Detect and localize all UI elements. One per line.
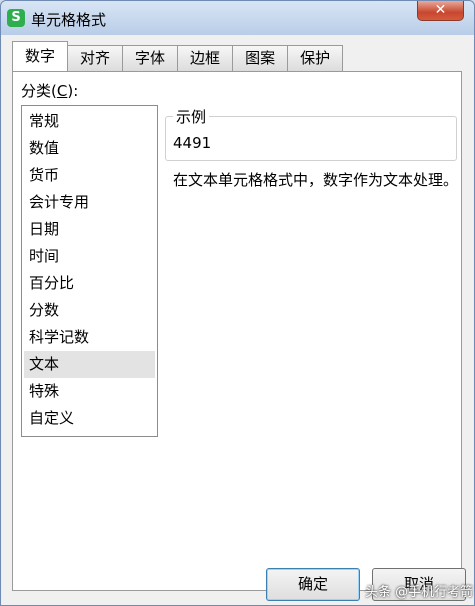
category-item-general[interactable]: 常规 (24, 108, 155, 135)
tab-protection[interactable]: 保护 (287, 45, 344, 71)
category-item-currency[interactable]: 货币 (24, 162, 155, 189)
sample-value: 4491 (173, 134, 212, 152)
dialog-title: 单元格格式 (31, 11, 107, 29)
ok-button[interactable]: 确定 (266, 568, 360, 601)
number-tab-panel: 分类(C): 常规 数值 货币 会计专用 日期 时间 百分比 分数 科学记数 文… (12, 71, 462, 591)
category-item-percentage[interactable]: 百分比 (24, 270, 155, 297)
tab-alignment[interactable]: 对齐 (67, 45, 124, 71)
title-bar[interactable]: S 单元格格式 ✕ (1, 1, 474, 35)
category-item-special[interactable]: 特殊 (24, 378, 155, 405)
tab-font[interactable]: 字体 (122, 45, 179, 71)
category-item-custom[interactable]: 自定义 (24, 405, 155, 432)
tab-number[interactable]: 数字 (12, 41, 69, 71)
category-label-hotkey: C (56, 82, 68, 100)
tab-pattern[interactable]: 图案 (232, 45, 289, 71)
close-icon: ✕ (434, 2, 447, 18)
format-description: 在文本单元格格式中，数字作为文本处理。 (173, 171, 459, 189)
category-item-number[interactable]: 数值 (24, 135, 155, 162)
category-label-prefix: 分类( (21, 82, 57, 100)
category-item-fraction[interactable]: 分数 (24, 297, 155, 324)
tab-bar: 数字 对齐 字体 边框 图案 保护 (12, 41, 344, 71)
format-cells-dialog: S 单元格格式 ✕ 数字 对齐 字体 边框 图案 保护 分类(C): 常规 数值… (0, 0, 475, 606)
sample-legend: 示例 (173, 106, 210, 127)
close-button[interactable]: ✕ (417, 1, 464, 21)
wps-app-icon: S (7, 9, 25, 27)
category-label-suffix: ): (67, 82, 79, 100)
category-item-scientific[interactable]: 科学记数 (24, 324, 155, 351)
category-list[interactable]: 常规 数值 货币 会计专用 日期 时间 百分比 分数 科学记数 文本 特殊 自定… (21, 105, 158, 437)
category-item-time[interactable]: 时间 (24, 243, 155, 270)
category-item-accounting[interactable]: 会计专用 (24, 189, 155, 216)
dialog-content: 数字 对齐 字体 边框 图案 保护 分类(C): 常规 数值 货币 会计专用 日… (2, 35, 473, 605)
category-label: 分类(C): (21, 80, 78, 101)
watermark: 头条 @手机行考箭 (365, 585, 474, 600)
tab-border[interactable]: 边框 (177, 45, 234, 71)
category-item-date[interactable]: 日期 (24, 216, 155, 243)
category-item-text[interactable]: 文本 (24, 351, 155, 378)
